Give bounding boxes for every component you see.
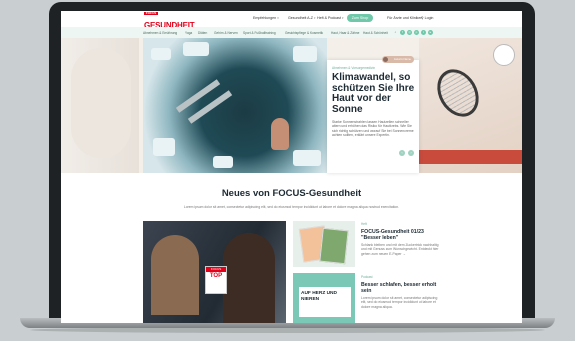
- podcast-cover-title: AUF HERZ UND NIEREN: [301, 291, 337, 302]
- ice-floe: [153, 138, 175, 156]
- ice-floe: [293, 150, 321, 166]
- carousel-next-button[interactable]: ›: [408, 150, 414, 156]
- nav-item-heft-podcast[interactable]: Heft & Podcast ▾: [317, 16, 344, 20]
- hero-title[interactable]: Klimawandel, so schützen Sie Ihre Haut v…: [332, 72, 416, 115]
- person-figure: [151, 235, 199, 315]
- site-header: FOCUS GESUNDHEIT Empfehlungen ▾ Gesundhe…: [61, 11, 522, 30]
- nav-item-empfehlungen[interactable]: Empfehlungen ▾: [253, 16, 279, 20]
- category-haut-schoenheit[interactable]: Haut & Schönheit: [363, 31, 388, 35]
- facebook-icon[interactable]: f: [400, 30, 405, 35]
- nav-label: Gesundheit A-Z: [288, 16, 313, 20]
- category-haut-haar[interactable]: Haut, Haar & Zähne: [331, 31, 359, 35]
- article-category[interactable]: Podcast: [361, 275, 373, 279]
- magazine-cover: [319, 227, 349, 265]
- tennis-racket-icon: [429, 61, 487, 125]
- featured-article-image[interactable]: FOCUS TOP: [143, 221, 286, 323]
- author-tag: Autorin Name: [382, 56, 414, 63]
- category-yoga[interactable]: Yoga: [185, 31, 192, 35]
- search-icon[interactable]: ⌕: [393, 30, 398, 35]
- hero-teaser-card[interactable]: Autorin Name Abnehmen & Vorsorgemedizin …: [327, 56, 419, 173]
- prev-slide-figure: [71, 48, 131, 158]
- twitter-icon[interactable]: t: [421, 30, 426, 35]
- login-label: Login: [424, 16, 434, 20]
- article-category[interactable]: Heft: [361, 222, 367, 226]
- badge-label: TOP: [209, 273, 223, 279]
- article-title[interactable]: FOCUS-Gesundheit 01/23 "Besser leben": [361, 229, 445, 241]
- laptop-screen: FOCUS GESUNDHEIT Empfehlungen ▾ Gesundhe…: [61, 11, 522, 323]
- youtube-icon[interactable]: ▸: [428, 30, 433, 35]
- swimmer-figure: [271, 118, 289, 150]
- shop-button[interactable]: Zum Shop: [347, 14, 373, 22]
- bench-shape: [419, 150, 522, 164]
- ice-floe: [183, 42, 209, 56]
- pinterest-icon[interactable]: p: [414, 30, 419, 35]
- article-text: Lorem ipsum dolor sit amet, consectetur …: [361, 296, 438, 309]
- category-diaeten[interactable]: Diäten: [198, 31, 207, 35]
- link-aerzte-kliniken[interactable]: Für Ärzte und Kliniken: [387, 16, 422, 20]
- login-link[interactable]: ⚲ Login: [421, 16, 433, 20]
- chevron-down-icon: ▾: [341, 16, 344, 20]
- nav-label: Heft & Podcast: [317, 16, 341, 20]
- chevron-down-icon: ▾: [313, 16, 316, 20]
- section-title: Neues von FOCUS-Gesundheit: [221, 188, 362, 199]
- hero-text: Starke Sonnenstrahlen lassen Hautzellen …: [332, 120, 414, 137]
- top-badge: FOCUS TOP: [205, 266, 227, 294]
- ice-floe: [151, 48, 171, 60]
- nav-item-gesundheit-az[interactable]: Gesundheit A-Z ▾: [288, 16, 316, 20]
- hero-next-slide-image: [419, 38, 522, 173]
- user-icon: ⚲: [421, 16, 424, 20]
- chevron-down-icon: ▾: [277, 16, 279, 20]
- avatar: [383, 57, 388, 62]
- section-subtitle: Lorem ipsum dolor sit amet, consectetur …: [183, 205, 400, 209]
- article-thumbnail-magazine[interactable]: [293, 221, 355, 267]
- carousel-prev-button[interactable]: ‹: [399, 150, 405, 156]
- ice-floe: [293, 46, 317, 62]
- category-gehirn[interactable]: Gehirn & Nerven: [214, 31, 238, 35]
- person-figure: [223, 233, 275, 323]
- hero-category[interactable]: Abnehmen & Vorsorgemedizin: [332, 66, 375, 70]
- article-thumbnail-podcast[interactable]: AUF HERZ UND NIEREN: [293, 273, 355, 323]
- category-gesichtspflege[interactable]: Gesichtspflege & Kosmetik: [285, 31, 323, 35]
- instagram-icon[interactable]: ◎: [407, 30, 412, 35]
- author-name: Autorin Name: [393, 57, 411, 61]
- hero-image-ice-bath[interactable]: [143, 38, 327, 173]
- hero-carousel: Autorin Name Abnehmen & Vorsorgemedizin …: [61, 38, 522, 173]
- nav-label: Empfehlungen: [253, 16, 277, 20]
- ball-icon: [493, 44, 515, 66]
- logo-focus-mark: FOCUS: [144, 11, 158, 15]
- category-sport[interactable]: Sport & Fußballtraining: [243, 31, 276, 35]
- category-bar: Abnehmen & Ernährung Yoga Diäten Gehirn …: [61, 27, 522, 38]
- category-abnehmen[interactable]: Abnehmen & Ernährung: [143, 31, 177, 35]
- article-text: Schlank bleiben und mit dem Zuckertrick …: [361, 243, 439, 256]
- ice-floe: [213, 156, 233, 168]
- article-title[interactable]: Besser schlafen, besser erholt sein: [361, 282, 445, 294]
- hero-prev-slide-image: [61, 38, 139, 173]
